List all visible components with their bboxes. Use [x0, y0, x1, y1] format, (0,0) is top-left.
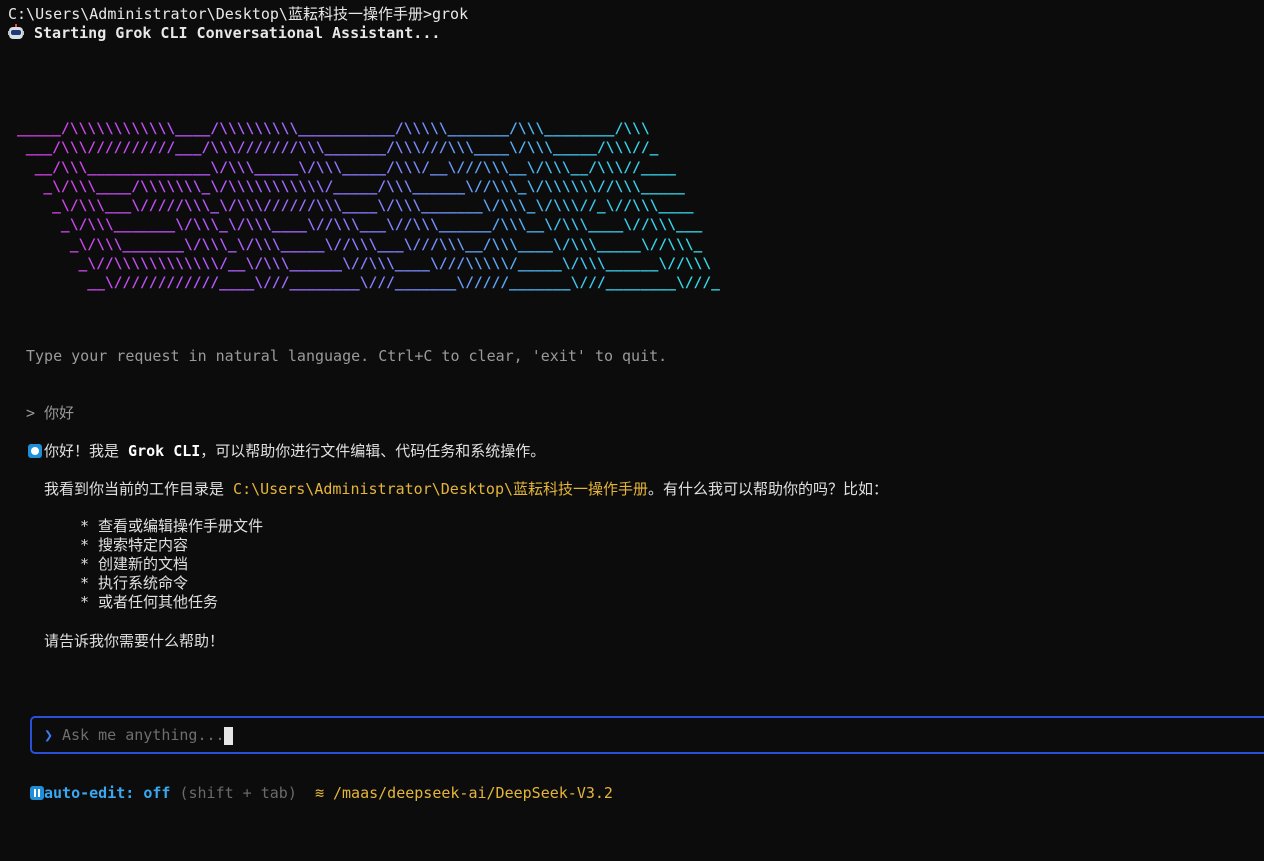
banner-line: _\/\\\_______\/\\\_\/\\\_____\//\\\___\/…: [17, 235, 703, 253]
command-line: C:\Users\Administrator\Desktop\蓝耘科技一操作手册…: [8, 5, 469, 23]
dir-prefix: 我看到你当前的工作目录是: [44, 480, 234, 498]
closing-message: 请告诉我你需要什么帮助！: [44, 632, 225, 650]
usage-hint: Type your request in natural language. C…: [26, 347, 668, 365]
dir-suffix: 。有什么我可以帮助你的吗？比如：: [648, 480, 889, 498]
text-cursor: [224, 727, 233, 745]
list-item: * 执行系统命令: [80, 574, 189, 592]
assistant-dot-icon: [28, 444, 42, 458]
banner-line: _\/\\\___\/////\\\_\/\\\//////\\\____\/\…: [17, 197, 694, 215]
banner-line: __/\\\______________\/\\\_____\/\\\_____…: [17, 158, 676, 176]
banner-line: _\/\\\_______\/\\\_\/\\\____\//\\\___\//…: [17, 216, 703, 234]
banner-line: __\////////////____\///________\///_____…: [17, 274, 720, 292]
auto-edit-toggle[interactable]: off: [143, 784, 170, 802]
model-icon: ≋: [314, 784, 324, 802]
shortcut-hint: (shift + tab): [179, 784, 297, 802]
list-item: * 或者任何其他任务: [80, 593, 219, 611]
banner-line: _\//\\\\\\\\\\\\/__\/\\\______\//\\\____…: [17, 255, 712, 273]
prompt-chevron-icon: ❯: [44, 726, 54, 744]
user-message: > 你好: [26, 404, 75, 422]
dir-path: C:\Users\Administrator\Desktop\蓝耘科技一操作手册: [233, 480, 649, 498]
chat-input-box[interactable]: ❯ Ask me anything...: [30, 716, 1264, 754]
pause-icon: [30, 786, 44, 800]
banner-line: _____/\\\\\\\\\\\\____/\\\\\\\\\________…: [17, 120, 650, 137]
assistant-reply-intro: 你好！我是 Grok CLI，可以帮助你进行文件编辑、代码任务和系统操作。: [28, 442, 545, 461]
chat-input-placeholder[interactable]: Ask me anything...: [62, 726, 225, 745]
working-directory-line: 我看到你当前的工作目录是 C:\Users\Administrator\Desk…: [44, 480, 888, 499]
model-path: /maas/deepseek-ai/DeepSeek-V3.2: [333, 784, 613, 802]
auto-edit-label: auto-edit:: [44, 784, 135, 802]
reply-end: ，可以帮助你进行文件编辑、代码任务和系统操作。: [200, 442, 546, 460]
list-item: * 查看或编辑操作手册文件: [80, 517, 264, 535]
starting-text: Starting Grok CLI Conversational Assista…: [34, 24, 441, 42]
suggestion-list: * 查看或编辑操作手册文件 * 搜索特定内容 * 创建新的文档 * 执行系统命令…: [80, 517, 263, 612]
list-item: * 搜索特定内容: [80, 536, 189, 554]
list-item: * 创建新的文档: [80, 555, 189, 573]
reply-app-name: Grok CLI: [128, 442, 201, 460]
starting-message: Starting Grok CLI Conversational Assista…: [8, 24, 440, 43]
reply-start: 你好！我是: [44, 442, 129, 460]
banner-line: ___/\\\//////////___/\\\///////\\\______…: [17, 139, 659, 157]
robot-icon: [8, 24, 24, 40]
status-bar: auto-edit: off (shift + tab) ≋ /maas/dee…: [30, 784, 613, 803]
grok-ascii-banner: _____/\\\\\\\\\\\\____/\\\\\\\\\________…: [17, 119, 720, 293]
banner-line: _\/\\\____/\\\\\\\_\/\\\\\\\\\\\/_____/\…: [17, 177, 685, 195]
